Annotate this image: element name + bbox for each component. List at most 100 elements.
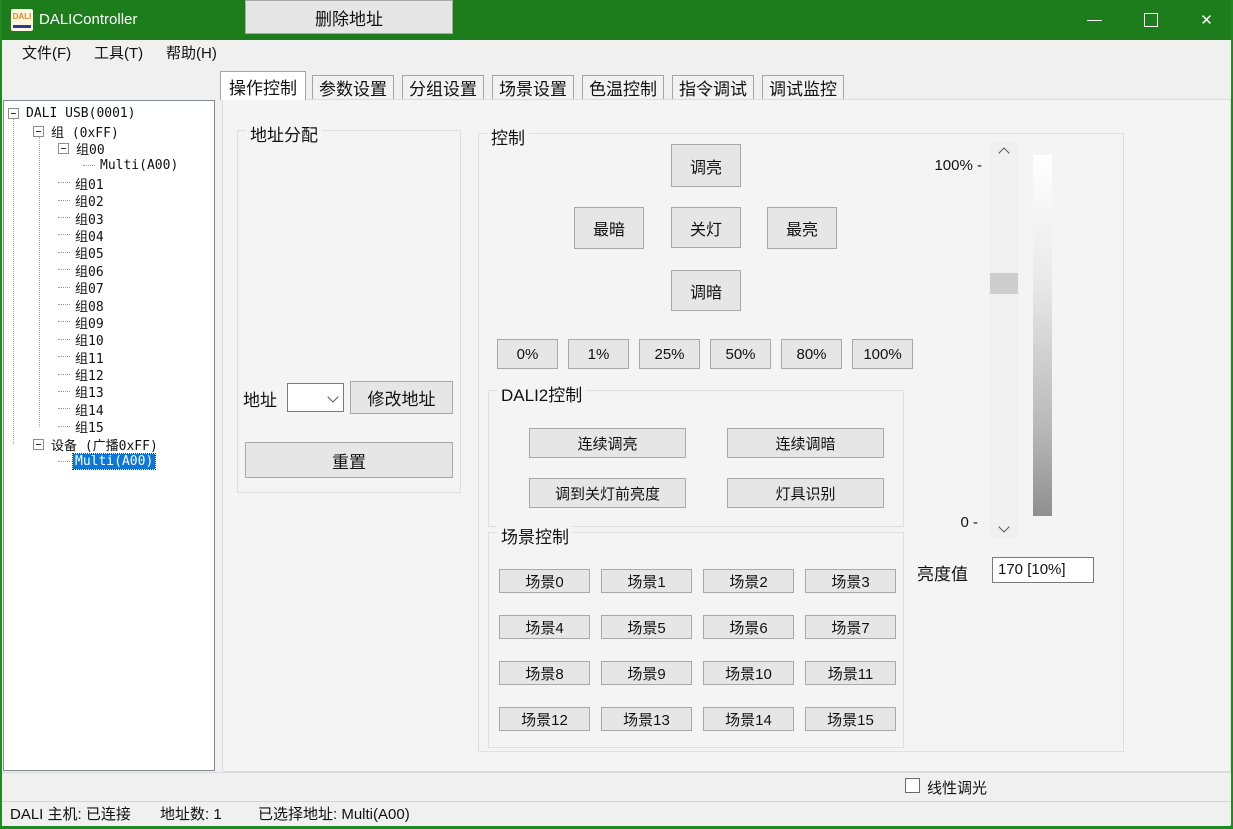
maximize-button[interactable] [1127,0,1174,40]
tree-item[interactable]: 组13 [4,383,214,400]
tree-item-label: Multi(A00) [73,454,155,469]
minimize-button[interactable] [1071,0,1118,40]
scene-button[interactable]: 场景3 [805,569,896,593]
tree-item[interactable]: 组05 [4,244,214,261]
collapse-icon[interactable] [33,439,44,450]
tree-item[interactable]: 组07 [4,279,214,296]
modify-address-button[interactable]: 修改地址 [350,381,453,414]
tree-item[interactable]: 组11 [4,348,214,365]
scrollbar-thumb[interactable] [990,273,1018,294]
chevron-down-icon [998,521,1009,532]
dali2-action-button[interactable]: 灯具识别 [727,478,884,508]
percent-button[interactable]: 1% [568,339,629,369]
address-allocation-group: 地址分配 [237,130,461,493]
dali2-action-button[interactable]: 连续调亮 [529,428,686,458]
dali2-action-button[interactable]: 连续调暗 [727,428,884,458]
tree-item[interactable]: 组08 [4,296,214,313]
collapse-icon[interactable] [8,108,19,119]
menu-help[interactable]: 帮助(H) [160,40,223,68]
min-brightness-button[interactable]: 最暗 [574,207,644,249]
tree-connector [58,304,70,306]
tree-item[interactable]: 组04 [4,227,214,244]
tree-item[interactable]: 组00 [4,140,214,157]
scene-button[interactable]: 场景14 [703,707,794,731]
scene-button[interactable]: 场景8 [499,661,590,685]
tree-item[interactable]: 组09 [4,314,214,331]
tree-item[interactable]: 组06 [4,262,214,279]
percent-button[interactable]: 25% [639,339,700,369]
scene-button[interactable]: 场景7 [805,615,896,639]
scene-button-grid: 场景0 场景1 场景2 场景3 场景4 场景5 场景6 场景7 场景8 场景9 场景10 场景11 场景… [499,569,896,731]
maximize-icon [1144,13,1158,27]
scene-button[interactable]: 场景13 [601,707,692,731]
reset-button[interactable]: 重置 [245,442,453,478]
percent-button[interactable]: 0% [497,339,558,369]
tree-item[interactable]: 组03 [4,209,214,226]
percent-button[interactable]: 80% [781,339,842,369]
tree-item-label: 组06 [73,261,106,280]
tab[interactable]: 操作控制 [220,71,306,100]
app-window: DALI DALIController ✕ 文件(F) 工具(T) 帮助(H) … [0,0,1233,829]
tree-connector [58,426,70,428]
tab[interactable]: 场景设置 [492,75,574,100]
tree-item[interactable]: 组10 [4,331,214,348]
scroll-up-button[interactable] [989,144,1019,162]
dali2-action-button[interactable]: 调到关灯前亮度 [529,478,686,508]
tree-item[interactable]: 组02 [4,192,214,209]
tree-connector [83,165,95,167]
scroll-down-button[interactable] [989,518,1019,536]
tab-strip: 操作控制参数设置分组设置场景设置色温控制指令调试调试监控 [222,71,844,100]
tab[interactable]: 分组设置 [402,75,484,100]
tree-item-label: 组15 [73,417,106,436]
menu-tools[interactable]: 工具(T) [88,40,149,68]
collapse-icon[interactable] [58,143,69,154]
dim-down-button[interactable]: 调暗 [671,270,741,311]
dim-up-button[interactable]: 调亮 [671,144,741,187]
tree-guide-line [39,137,40,427]
tab[interactable]: 参数设置 [312,75,394,100]
tab[interactable]: 指令调试 [672,75,754,100]
percent-button[interactable]: 50% [710,339,771,369]
light-off-button[interactable]: 关灯 [671,207,741,248]
resize-grip-icon[interactable] [1225,820,1227,822]
tree-item[interactable]: 设备 (广播0xFF) [4,435,214,452]
device-tree[interactable]: DALI USB(0001)组 (0xFF)组00Multi(A00)组01组0… [3,100,215,771]
brightness-value-field[interactable]: 170 [10%] [992,557,1094,583]
scene-button[interactable]: 场景11 [805,661,896,685]
tree-item[interactable]: 组01 [4,175,214,192]
group-title: DALI2控制 [497,381,586,406]
tree-item-label: Multi(A00) [98,158,180,173]
collapse-icon[interactable] [33,126,44,137]
address-action-button[interactable]: 删除地址 [245,0,453,34]
scene-button[interactable]: 场景1 [601,569,692,593]
tab[interactable]: 调试监控 [762,75,844,100]
tree-item[interactable]: 组14 [4,401,214,418]
scene-button[interactable]: 场景10 [703,661,794,685]
scene-button[interactable]: 场景2 [703,569,794,593]
scene-button[interactable]: 场景4 [499,615,590,639]
tree-connector [58,356,70,358]
tree-item[interactable]: 组15 [4,418,214,435]
tree-item[interactable]: 组12 [4,366,214,383]
scene-button[interactable]: 场景9 [601,661,692,685]
scene-button[interactable]: 场景5 [601,615,692,639]
scene-button[interactable]: 场景15 [805,707,896,731]
tab[interactable]: 色温控制 [582,75,664,100]
close-button[interactable]: ✕ [1183,0,1230,40]
scene-button[interactable]: 场景0 [499,569,590,593]
tree-item[interactable]: Multi(A00) [4,157,214,174]
scene-button[interactable]: 场景6 [703,615,794,639]
scene-button[interactable]: 场景12 [499,707,590,731]
brightness-scrollbar[interactable] [989,142,1019,538]
address-combobox[interactable] [287,383,344,412]
tree-item[interactable]: DALI USB(0001) [4,105,214,122]
menu-file[interactable]: 文件(F) [16,40,77,68]
percent-button[interactable]: 100% [852,339,913,369]
status-selected-address: 已选择地址: Multi(A00) [258,802,410,828]
tree-item[interactable]: 组 (0xFF) [4,122,214,139]
linear-dimming-checkbox[interactable] [905,778,920,793]
tree-item-label: 设备 (广播0xFF) [49,435,160,454]
app-icon-text: DALI [11,12,33,21]
tree-item[interactable]: Multi(A00) [4,453,214,470]
max-brightness-button[interactable]: 最亮 [767,207,837,249]
